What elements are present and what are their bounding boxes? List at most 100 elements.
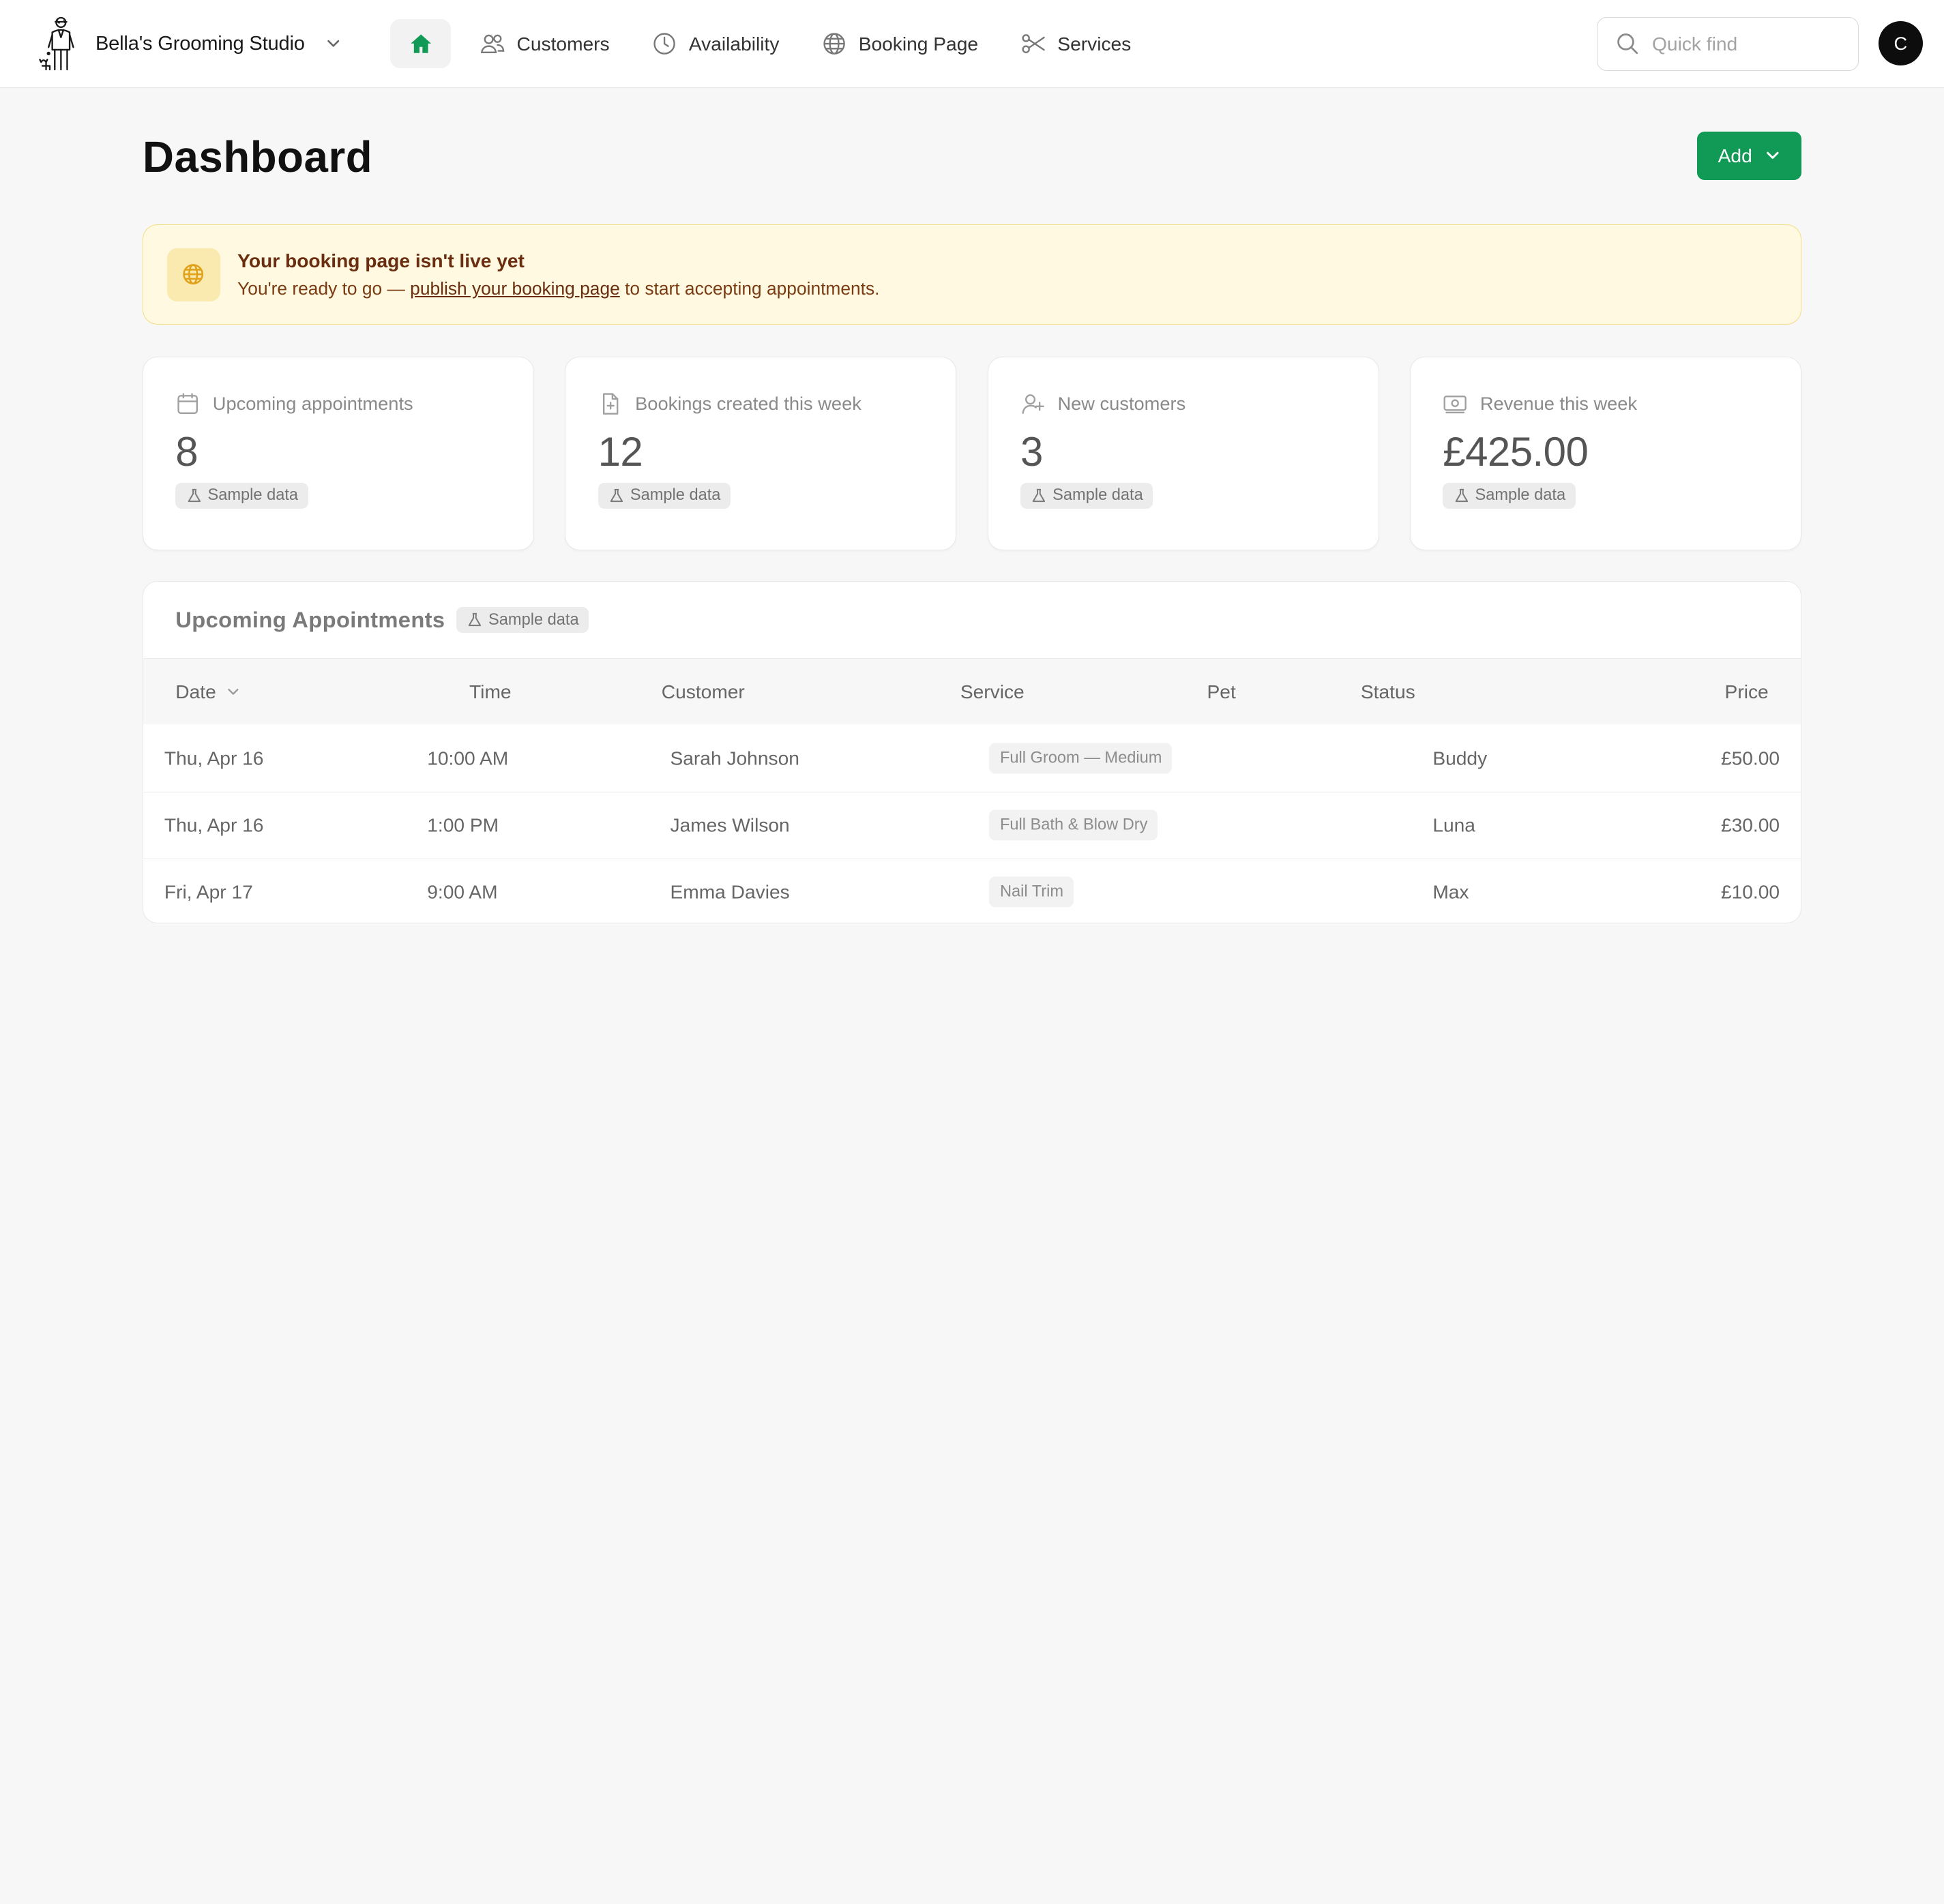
quick-find-search[interactable] bbox=[1597, 17, 1859, 71]
stats-row: Upcoming appointments 8 Sample data Book… bbox=[143, 357, 1801, 550]
banknote-icon bbox=[1443, 395, 1467, 413]
stat-card-new-customers: New customers 3 Sample data bbox=[987, 357, 1379, 550]
flask-icon bbox=[188, 488, 201, 503]
table-row[interactable]: Thu, Apr 16 10:00 AM Sarah Johnson Full … bbox=[143, 724, 1801, 791]
nav-booking-page[interactable]: Booking Page bbox=[808, 19, 992, 69]
nav-availability[interactable]: Availability bbox=[638, 19, 793, 69]
cell-time: 1:00 PM bbox=[427, 814, 499, 836]
sample-data-label: Sample data bbox=[1475, 486, 1566, 505]
table-header-row: Upcoming Appointments Sample data bbox=[143, 582, 1801, 659]
cell-customer: James Wilson bbox=[670, 814, 790, 836]
globe-icon bbox=[823, 33, 845, 55]
stat-label: Bookings created this week bbox=[635, 392, 861, 414]
stat-card-revenue: Revenue this week £425.00 Sample data bbox=[1410, 357, 1801, 550]
users-icon bbox=[480, 34, 505, 53]
stat-card-upcoming-appointments: Upcoming appointments 8 Sample data bbox=[143, 357, 534, 550]
stat-value: £425.00 bbox=[1443, 429, 1589, 475]
cell-price: £30.00 bbox=[1720, 814, 1780, 836]
sort-chevron-down-icon bbox=[228, 689, 239, 696]
home-icon bbox=[410, 34, 431, 53]
nav-services[interactable]: Services bbox=[1007, 19, 1145, 69]
stat-card-bookings-created: Bookings created this week 12 Sample dat… bbox=[565, 357, 957, 550]
stat-value: 8 bbox=[175, 429, 198, 475]
column-date[interactable]: Date bbox=[175, 681, 241, 703]
nav-booking-page-label: Booking Page bbox=[858, 32, 979, 55]
groomer-logo-icon bbox=[38, 17, 74, 71]
clock-icon bbox=[653, 33, 676, 55]
column-customer-label: Customer bbox=[661, 680, 745, 702]
column-pet-label: Pet bbox=[1207, 680, 1236, 702]
cell-price: £50.00 bbox=[1720, 747, 1780, 769]
cell-service: Nail Trim bbox=[988, 876, 1074, 908]
cell-time: 9:00 AM bbox=[427, 880, 498, 903]
table-body: Thu, Apr 16 10:00 AM Sarah Johnson Full … bbox=[143, 724, 1801, 923]
cell-time: 10:00 AM bbox=[427, 747, 509, 769]
column-status: Status bbox=[1361, 681, 1415, 703]
banner-suffix: to start accepting appointments. bbox=[619, 278, 880, 299]
flask-icon bbox=[610, 488, 623, 503]
cell-customer: Sarah Johnson bbox=[670, 747, 799, 769]
flask-icon bbox=[1455, 488, 1468, 503]
nav-customers-label: Customers bbox=[516, 32, 610, 55]
column-price-label: Price bbox=[1724, 680, 1769, 702]
app-root: Bella's Grooming Studio Customers Availa… bbox=[0, 0, 1944, 1047]
cell-price: £10.00 bbox=[1720, 880, 1780, 903]
sample-data-badge: Sample data bbox=[598, 482, 731, 509]
flask-icon bbox=[468, 613, 482, 627]
table-row[interactable]: Fri, Apr 17 9:00 AM Emma Davies Nail Tri… bbox=[143, 858, 1801, 923]
nav-home[interactable] bbox=[390, 18, 452, 69]
table-row[interactable]: Thu, Apr 16 1:00 PM James Wilson Full Ba… bbox=[143, 791, 1801, 859]
globe-icon bbox=[183, 264, 204, 285]
stat-label: Upcoming appointments bbox=[212, 392, 413, 414]
table-title: Upcoming Appointments bbox=[175, 607, 445, 633]
cell-pet: Max bbox=[1432, 880, 1469, 903]
banner-text: Your booking page isn't live yet You're … bbox=[237, 250, 879, 299]
calendar-icon bbox=[177, 392, 198, 414]
search-icon bbox=[1617, 33, 1638, 55]
cell-service: Full Groom — Medium bbox=[988, 742, 1172, 774]
sample-data-label: Sample data bbox=[1052, 486, 1143, 505]
nav-services-label: Services bbox=[1057, 32, 1132, 55]
column-time-label: Time bbox=[469, 680, 512, 702]
column-price: Price bbox=[1725, 681, 1769, 703]
main-nav: Customers Availability Booking Page Serv… bbox=[390, 18, 1160, 69]
page-title: Dashboard bbox=[143, 133, 373, 182]
cell-customer: Emma Davies bbox=[670, 880, 790, 903]
nav-availability-label: Availability bbox=[688, 32, 780, 55]
document-plus-icon bbox=[602, 392, 618, 415]
scissors-icon bbox=[1022, 34, 1045, 53]
stat-label: Revenue this week bbox=[1479, 392, 1638, 414]
sample-data-badge: Sample data bbox=[1443, 482, 1576, 509]
add-button[interactable]: Add bbox=[1697, 131, 1801, 180]
column-status-label: Status bbox=[1360, 680, 1415, 702]
business-switcher[interactable]: Bella's Grooming Studio bbox=[36, 15, 342, 72]
chevron-down-icon bbox=[327, 40, 340, 47]
flask-icon bbox=[1033, 488, 1046, 503]
cell-date: Thu, Apr 16 bbox=[164, 814, 264, 836]
business-name: Bella's Grooming Studio bbox=[95, 32, 305, 55]
column-customer: Customer bbox=[662, 681, 745, 703]
user-avatar[interactable]: C bbox=[1878, 20, 1924, 66]
cell-date: Fri, Apr 17 bbox=[164, 880, 253, 903]
banner-description: You're ready to go — publish your bookin… bbox=[237, 278, 879, 299]
sample-data-badge: Sample data bbox=[456, 607, 589, 634]
banner-icon-container bbox=[166, 248, 220, 301]
sample-data-label: Sample data bbox=[207, 486, 299, 505]
search-input[interactable] bbox=[1652, 33, 1838, 56]
publish-booking-page-link[interactable]: publish your booking page bbox=[410, 278, 620, 299]
column-pet: Pet bbox=[1207, 681, 1236, 703]
nav-customers[interactable]: Customers bbox=[466, 19, 623, 69]
cell-date: Thu, Apr 16 bbox=[164, 747, 264, 769]
sample-data-badge: Sample data bbox=[1020, 482, 1153, 509]
chevron-down-icon bbox=[1767, 152, 1779, 160]
upcoming-appointments-table: Upcoming Appointments Sample data Date T… bbox=[143, 581, 1801, 924]
column-date-label: Date bbox=[175, 680, 216, 702]
cell-service: Full Bath & Blow Dry bbox=[988, 809, 1158, 841]
sample-data-badge: Sample data bbox=[175, 482, 308, 509]
booking-page-warning-banner: Your booking page isn't live yet You're … bbox=[143, 224, 1801, 325]
add-button-label: Add bbox=[1718, 144, 1752, 166]
banner-prefix: You're ready to go — bbox=[237, 278, 411, 299]
top-navigation-bar: Bella's Grooming Studio Customers Availa… bbox=[0, 0, 1944, 89]
stat-value: 3 bbox=[1020, 429, 1043, 475]
column-service: Service bbox=[960, 681, 1025, 703]
